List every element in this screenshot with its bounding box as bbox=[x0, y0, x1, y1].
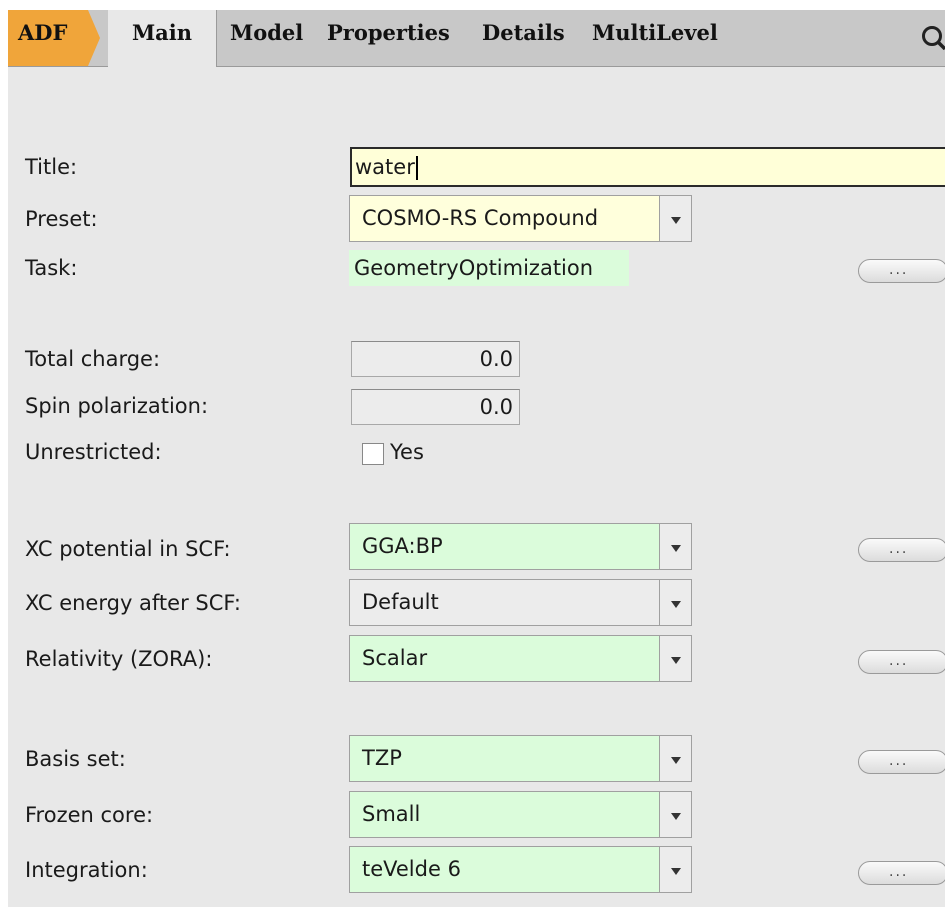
tab-model[interactable]: Model bbox=[230, 10, 303, 66]
tab-properties[interactable]: Properties bbox=[327, 10, 450, 66]
frozen-core-value: Small bbox=[362, 802, 421, 826]
tab-adf[interactable]: ADF bbox=[8, 10, 100, 66]
relativity-more-button[interactable]: ... bbox=[858, 650, 945, 674]
spin-polarization-input[interactable]: 0.0 bbox=[351, 389, 520, 425]
basis-set-value: TZP bbox=[362, 746, 402, 770]
basis-set-label: Basis set: bbox=[25, 747, 126, 771]
integration-label: Integration: bbox=[25, 858, 148, 882]
total-charge-label: Total charge: bbox=[25, 347, 161, 371]
preset-value: COSMO-RS Compound bbox=[362, 206, 599, 230]
task-value: GeometryOptimization bbox=[349, 250, 629, 286]
relativity-select[interactable]: Scalar bbox=[349, 635, 692, 682]
title-label: Title: bbox=[25, 155, 78, 179]
integration-select[interactable]: teVelde 6 bbox=[349, 846, 692, 893]
unrestricted-checkbox-label: Yes bbox=[390, 440, 424, 464]
xc-potential-more-button[interactable]: ... bbox=[858, 538, 945, 562]
relativity-value: Scalar bbox=[362, 646, 428, 670]
xc-potential-label: XC potential in SCF: bbox=[25, 537, 231, 561]
xc-energy-select[interactable]: Default bbox=[349, 579, 692, 626]
task-more-button[interactable]: ... bbox=[858, 259, 945, 283]
chevron-down-icon[interactable] bbox=[659, 736, 691, 781]
integration-more-button[interactable]: ... bbox=[858, 861, 945, 885]
tab-multilevel[interactable]: MultiLevel bbox=[592, 10, 718, 66]
total-charge-input[interactable]: 0.0 bbox=[351, 341, 520, 377]
chevron-down-icon[interactable] bbox=[659, 580, 691, 625]
tab-bar: ADF Main Model Properties Details MultiL… bbox=[8, 10, 945, 67]
chevron-down-icon[interactable] bbox=[659, 196, 691, 241]
xc-potential-value: GGA:BP bbox=[362, 534, 443, 558]
chevron-down-icon[interactable] bbox=[659, 792, 691, 837]
xc-energy-value: Default bbox=[362, 590, 439, 614]
frozen-core-label: Frozen core: bbox=[25, 803, 154, 827]
spin-polarization-label: Spin polarization: bbox=[25, 394, 209, 418]
preset-select[interactable]: COSMO-RS Compound bbox=[349, 195, 692, 242]
unrestricted-label: Unrestricted: bbox=[25, 440, 162, 464]
chevron-down-icon[interactable] bbox=[659, 636, 691, 681]
tab-details[interactable]: Details bbox=[482, 10, 565, 66]
chevron-down-icon[interactable] bbox=[659, 524, 691, 569]
basis-set-select[interactable]: TZP bbox=[349, 735, 692, 782]
task-label: Task: bbox=[25, 256, 78, 280]
title-input[interactable]: water bbox=[350, 147, 945, 187]
xc-energy-label: XC energy after SCF: bbox=[25, 591, 241, 615]
xc-potential-select[interactable]: GGA:BP bbox=[349, 523, 692, 570]
basis-set-more-button[interactable]: ... bbox=[858, 750, 945, 774]
chevron-down-icon[interactable] bbox=[659, 847, 691, 892]
text-caret bbox=[415, 156, 418, 180]
tab-main[interactable]: Main bbox=[108, 10, 217, 67]
preset-label: Preset: bbox=[25, 207, 98, 231]
title-value: water bbox=[355, 155, 415, 179]
frozen-core-select[interactable]: Small bbox=[349, 791, 692, 838]
unrestricted-checkbox[interactable] bbox=[362, 443, 384, 465]
search-icon[interactable] bbox=[919, 24, 945, 50]
relativity-label: Relativity (ZORA): bbox=[25, 647, 213, 671]
integration-value: teVelde 6 bbox=[362, 857, 461, 881]
